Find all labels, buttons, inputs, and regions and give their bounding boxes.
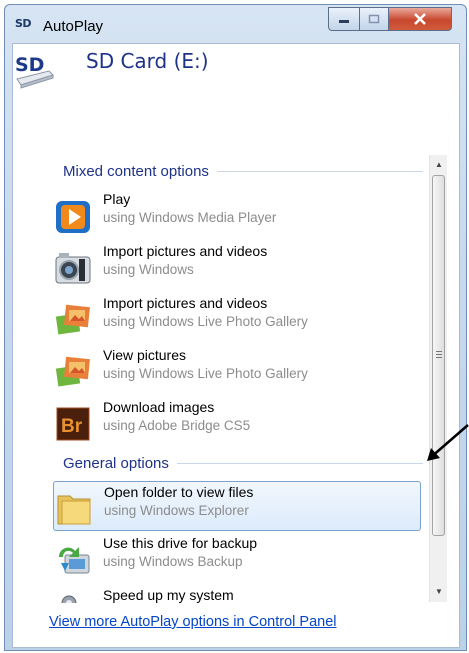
option-subtitle: using Windows Media Player bbox=[103, 210, 277, 225]
svg-text:SD: SD bbox=[15, 54, 44, 76]
sd-card-icon: SD bbox=[15, 17, 32, 30]
option-subtitle: using Windows bbox=[103, 262, 194, 277]
option-title: Import pictures and videos bbox=[103, 295, 268, 311]
thumb-grip-line bbox=[436, 351, 442, 352]
option-title: View pictures bbox=[103, 347, 187, 363]
option-import-windows[interactable]: Import pictures and videos using Windows bbox=[53, 241, 421, 291]
minimize-icon bbox=[339, 20, 349, 23]
close-icon bbox=[414, 13, 426, 25]
thumb-grip-line bbox=[436, 357, 442, 358]
option-download-images[interactable]: Br Download images using Adobe Bridge CS… bbox=[53, 397, 421, 447]
option-subtitle: using Windows Backup bbox=[103, 554, 243, 569]
annotation-arrow-icon bbox=[427, 424, 469, 461]
svg-text:Br: Br bbox=[61, 416, 83, 437]
option-import-photo-gallery[interactable]: Import pictures and videos using Windows… bbox=[53, 293, 421, 343]
option-backup[interactable]: Use this drive for backup using Windows … bbox=[53, 533, 421, 583]
device-name: SD Card (E:) bbox=[86, 49, 209, 73]
control-panel-link[interactable]: View more AutoPlay options in Control Pa… bbox=[49, 614, 336, 630]
camera-icon bbox=[55, 249, 93, 287]
photo-gallery-icon bbox=[55, 301, 93, 339]
section-label: Mixed content options bbox=[63, 162, 209, 180]
option-subtitle: using Adobe Bridge CS5 bbox=[103, 418, 251, 433]
option-title: Import pictures and videos bbox=[103, 243, 268, 259]
option-open-folder[interactable]: Open folder to view files using Windows … bbox=[53, 481, 421, 531]
option-play[interactable]: Play using Windows Media Player bbox=[53, 189, 421, 239]
option-title: Play bbox=[103, 191, 131, 207]
option-title: Open folder to view files bbox=[104, 484, 254, 500]
minimize-button[interactable] bbox=[328, 7, 360, 31]
backup-icon bbox=[55, 541, 93, 579]
speed-up-icon bbox=[55, 593, 93, 603]
option-speed-up[interactable]: Speed up my system bbox=[53, 585, 421, 603]
maximize-icon bbox=[368, 14, 380, 24]
section-divider bbox=[176, 462, 423, 464]
scroll-up-icon: ▲ bbox=[435, 159, 443, 169]
scroll-thumb[interactable] bbox=[432, 175, 445, 536]
autoplay-window: SD AutoPlay SD SD Card (E:) Mixed conten… bbox=[4, 4, 467, 651]
option-subtitle: using Windows Explorer bbox=[104, 503, 249, 518]
title-bar[interactable]: SD AutoPlay bbox=[5, 5, 466, 43]
adobe-bridge-icon: Br bbox=[55, 405, 93, 443]
close-button[interactable] bbox=[388, 7, 452, 31]
sd-card-drive-icon: SD bbox=[13, 49, 55, 91]
media-player-icon bbox=[55, 197, 93, 235]
option-title: Use this drive for backup bbox=[103, 535, 258, 551]
section-label: General options bbox=[63, 454, 169, 472]
option-subtitle: using Windows Live Photo Gallery bbox=[103, 314, 308, 329]
autoplay-options-list: Mixed content options Play using Windows… bbox=[49, 155, 429, 603]
thumb-grip-line bbox=[436, 354, 442, 355]
folder-icon bbox=[56, 490, 94, 528]
maximize-button[interactable] bbox=[359, 7, 389, 31]
option-view-pictures[interactable]: View pictures using Windows Live Photo G… bbox=[53, 345, 421, 395]
scroll-down-icon: ▼ bbox=[435, 586, 443, 596]
option-subtitle: using Windows Live Photo Gallery bbox=[103, 366, 308, 381]
photo-gallery-icon bbox=[55, 353, 93, 391]
section-divider bbox=[216, 170, 423, 172]
section-header-mixed-content: Mixed content options bbox=[63, 161, 423, 181]
vertical-scrollbar[interactable]: ▲ ▼ bbox=[429, 155, 447, 602]
window-title: AutoPlay bbox=[43, 18, 104, 35]
scroll-up-button[interactable]: ▲ bbox=[430, 155, 448, 173]
scroll-down-button[interactable]: ▼ bbox=[430, 582, 448, 600]
option-title: Download images bbox=[103, 399, 215, 415]
section-header-general: General options bbox=[63, 453, 423, 473]
option-title: Speed up my system bbox=[103, 587, 234, 603]
